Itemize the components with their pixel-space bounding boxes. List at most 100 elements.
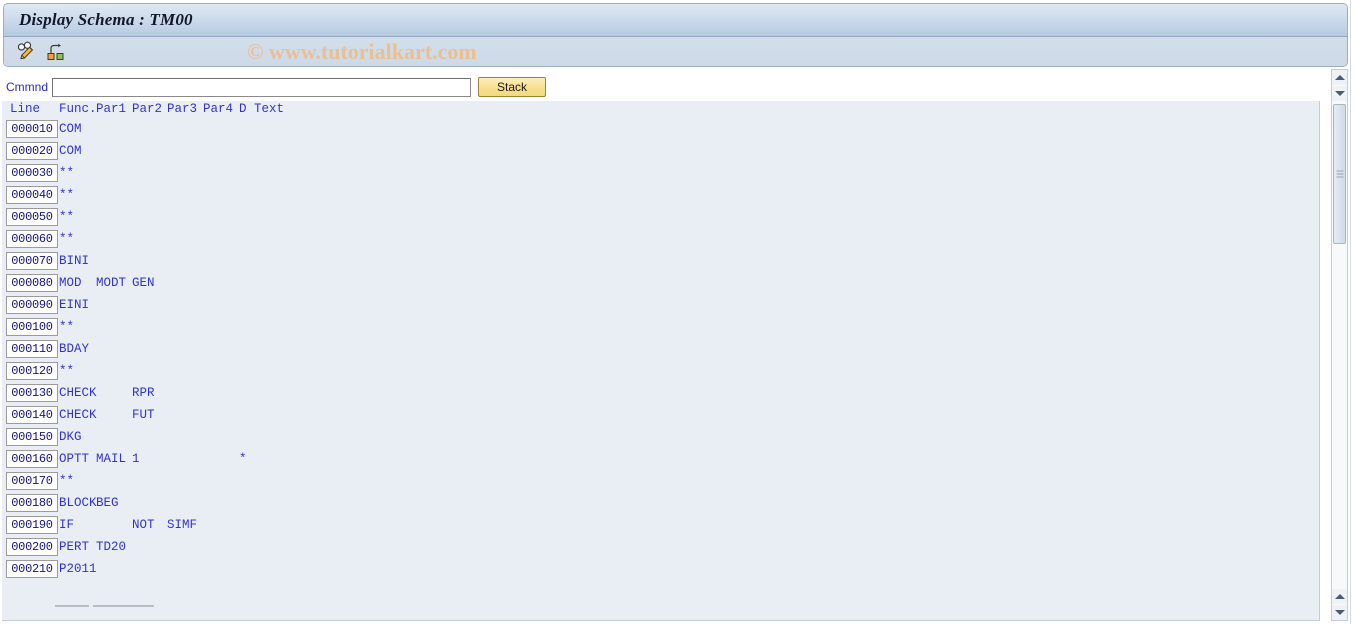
cell-func[interactable]: P2011	[59, 562, 97, 576]
column-header-func: Func.	[59, 102, 97, 116]
line-number-field[interactable]: 000190	[6, 516, 58, 534]
hierarchy-icon	[46, 41, 66, 64]
line-number-field[interactable]: 000210	[6, 560, 58, 578]
line-number-field[interactable]: 000100	[6, 318, 58, 336]
table-row[interactable]: 000150 DKG	[2, 427, 1319, 449]
cell-par1[interactable]: TD20	[96, 540, 126, 554]
table-row[interactable]: 000120 **	[2, 361, 1319, 383]
line-number-field[interactable]: 000080	[6, 274, 58, 292]
scroll-up-button-bottom[interactable]	[1332, 589, 1347, 604]
line-number-field[interactable]: 000110	[6, 340, 58, 358]
cell-par1[interactable]: MAIL	[96, 452, 126, 466]
cell-func[interactable]: **	[59, 232, 74, 246]
chevron-down-icon	[1334, 91, 1345, 96]
table-column-headers: Line Func. Par1 Par2 Par3 Par4 D Text	[2, 101, 1319, 119]
table-row[interactable]: 000130 CHECK RPR	[2, 383, 1319, 405]
cell-par2[interactable]: FUT	[132, 408, 155, 422]
cell-func[interactable]: DKG	[59, 430, 82, 444]
cell-func[interactable]: **	[59, 474, 74, 488]
cell-func[interactable]: **	[59, 188, 74, 202]
title-bar: Display Schema : TM00	[4, 4, 1347, 37]
stack-button[interactable]: Stack	[478, 77, 546, 97]
cell-func[interactable]: PERT	[59, 540, 89, 554]
sap-application-window: Display Schema : TM00 © www.tutorialkart…	[0, 0, 1355, 624]
column-header-line: Line	[10, 102, 41, 116]
line-number-field[interactable]: 000050	[6, 208, 58, 226]
cell-func[interactable]: OPTT	[59, 452, 89, 466]
scroll-up-button[interactable]	[1332, 70, 1347, 85]
table-row[interactable]: 000170 **	[2, 471, 1319, 493]
line-number-field[interactable]: 000160	[6, 450, 58, 468]
scroll-down-button[interactable]	[1332, 86, 1347, 101]
cell-func[interactable]: **	[59, 166, 74, 180]
cell-func[interactable]: CHECK	[59, 386, 97, 400]
column-header-par2: Par2	[132, 102, 163, 116]
line-number-field[interactable]: 000010	[6, 120, 58, 138]
cell-func[interactable]: COM	[59, 144, 82, 158]
cell-func[interactable]: BDAY	[59, 342, 89, 356]
table-row[interactable]: 000070 BINI	[2, 251, 1319, 273]
command-field-label: Cmmnd	[6, 80, 49, 94]
table-row[interactable]: 000010 COM	[2, 119, 1319, 141]
column-header-d: D	[239, 102, 247, 116]
table-row[interactable]: 000200 PERT TD20	[2, 537, 1319, 559]
table-row[interactable]: 000090 EINI	[2, 295, 1319, 317]
line-number-field[interactable]: 000170	[6, 472, 58, 490]
clipped-segment	[55, 605, 89, 607]
cell-func[interactable]: BINI	[59, 254, 89, 268]
display-change-toggle-button[interactable]	[14, 41, 38, 63]
line-number-field[interactable]: 000040	[6, 186, 58, 204]
application-toolbar: © www.tutorialkart.com	[4, 37, 1347, 66]
cell-par2[interactable]: NOT	[132, 518, 155, 532]
line-number-field[interactable]: 000180	[6, 494, 58, 512]
table-row[interactable]: 000210 P2011	[2, 559, 1319, 581]
column-header-par1: Par1	[96, 102, 127, 116]
line-number-field[interactable]: 000150	[6, 428, 58, 446]
cell-func[interactable]: **	[59, 364, 74, 378]
line-number-field[interactable]: 000060	[6, 230, 58, 248]
scrollbar-thumb[interactable]	[1333, 104, 1346, 244]
line-number-field[interactable]: 000030	[6, 164, 58, 182]
scrollbar-grip-icon	[1336, 170, 1343, 178]
table-row[interactable]: 000060 **	[2, 229, 1319, 251]
cell-func[interactable]: **	[59, 320, 74, 334]
cell-d[interactable]: *	[239, 452, 247, 466]
line-number-field[interactable]: 000070	[6, 252, 58, 270]
line-number-field[interactable]: 000090	[6, 296, 58, 314]
table-row[interactable]: 000180 BLOCK BEG	[2, 493, 1319, 515]
schema-table-area: Line Func. Par1 Par2 Par3 Par4 D Text 00…	[2, 101, 1320, 621]
structure-button[interactable]	[44, 41, 68, 63]
line-number-field[interactable]: 000120	[6, 362, 58, 380]
table-row[interactable]: 000110 BDAY	[2, 339, 1319, 361]
table-row[interactable]: 000030 **	[2, 163, 1319, 185]
table-row[interactable]: 000100 **	[2, 317, 1319, 339]
command-input[interactable]	[52, 77, 471, 97]
table-row[interactable]: 000020 COM	[2, 141, 1319, 163]
cell-func[interactable]: IF	[59, 518, 74, 532]
line-number-field[interactable]: 000130	[6, 384, 58, 402]
scroll-down-button-bottom[interactable]	[1332, 605, 1347, 620]
line-number-field[interactable]: 000200	[6, 538, 58, 556]
line-number-field[interactable]: 000020	[6, 142, 58, 160]
cell-func[interactable]: COM	[59, 122, 82, 136]
table-row[interactable]: 000050 **	[2, 207, 1319, 229]
cell-par2[interactable]: GEN	[132, 276, 155, 290]
cell-func[interactable]: MOD	[59, 276, 82, 290]
chevron-up-icon	[1334, 594, 1345, 599]
table-row[interactable]: 000080 MOD MODT GEN	[2, 273, 1319, 295]
cell-func[interactable]: **	[59, 210, 74, 224]
cell-par1[interactable]: MODT	[96, 276, 126, 290]
cell-par2[interactable]: 1	[132, 452, 140, 466]
cell-func[interactable]: BLOCK	[59, 496, 97, 510]
cell-func[interactable]: CHECK	[59, 408, 97, 422]
cell-par1[interactable]: BEG	[96, 496, 119, 510]
cell-func[interactable]: EINI	[59, 298, 89, 312]
cell-par2[interactable]: RPR	[132, 386, 155, 400]
table-row[interactable]: 000140 CHECK FUT	[2, 405, 1319, 427]
table-row[interactable]: 000190 IF NOT SIMF	[2, 515, 1319, 537]
vertical-scrollbar[interactable]	[1331, 69, 1348, 621]
table-row[interactable]: 000040 **	[2, 185, 1319, 207]
table-row[interactable]: 000160 OPTT MAIL 1 *	[2, 449, 1319, 471]
line-number-field[interactable]: 000140	[6, 406, 58, 424]
cell-par3[interactable]: SIMF	[167, 518, 197, 532]
